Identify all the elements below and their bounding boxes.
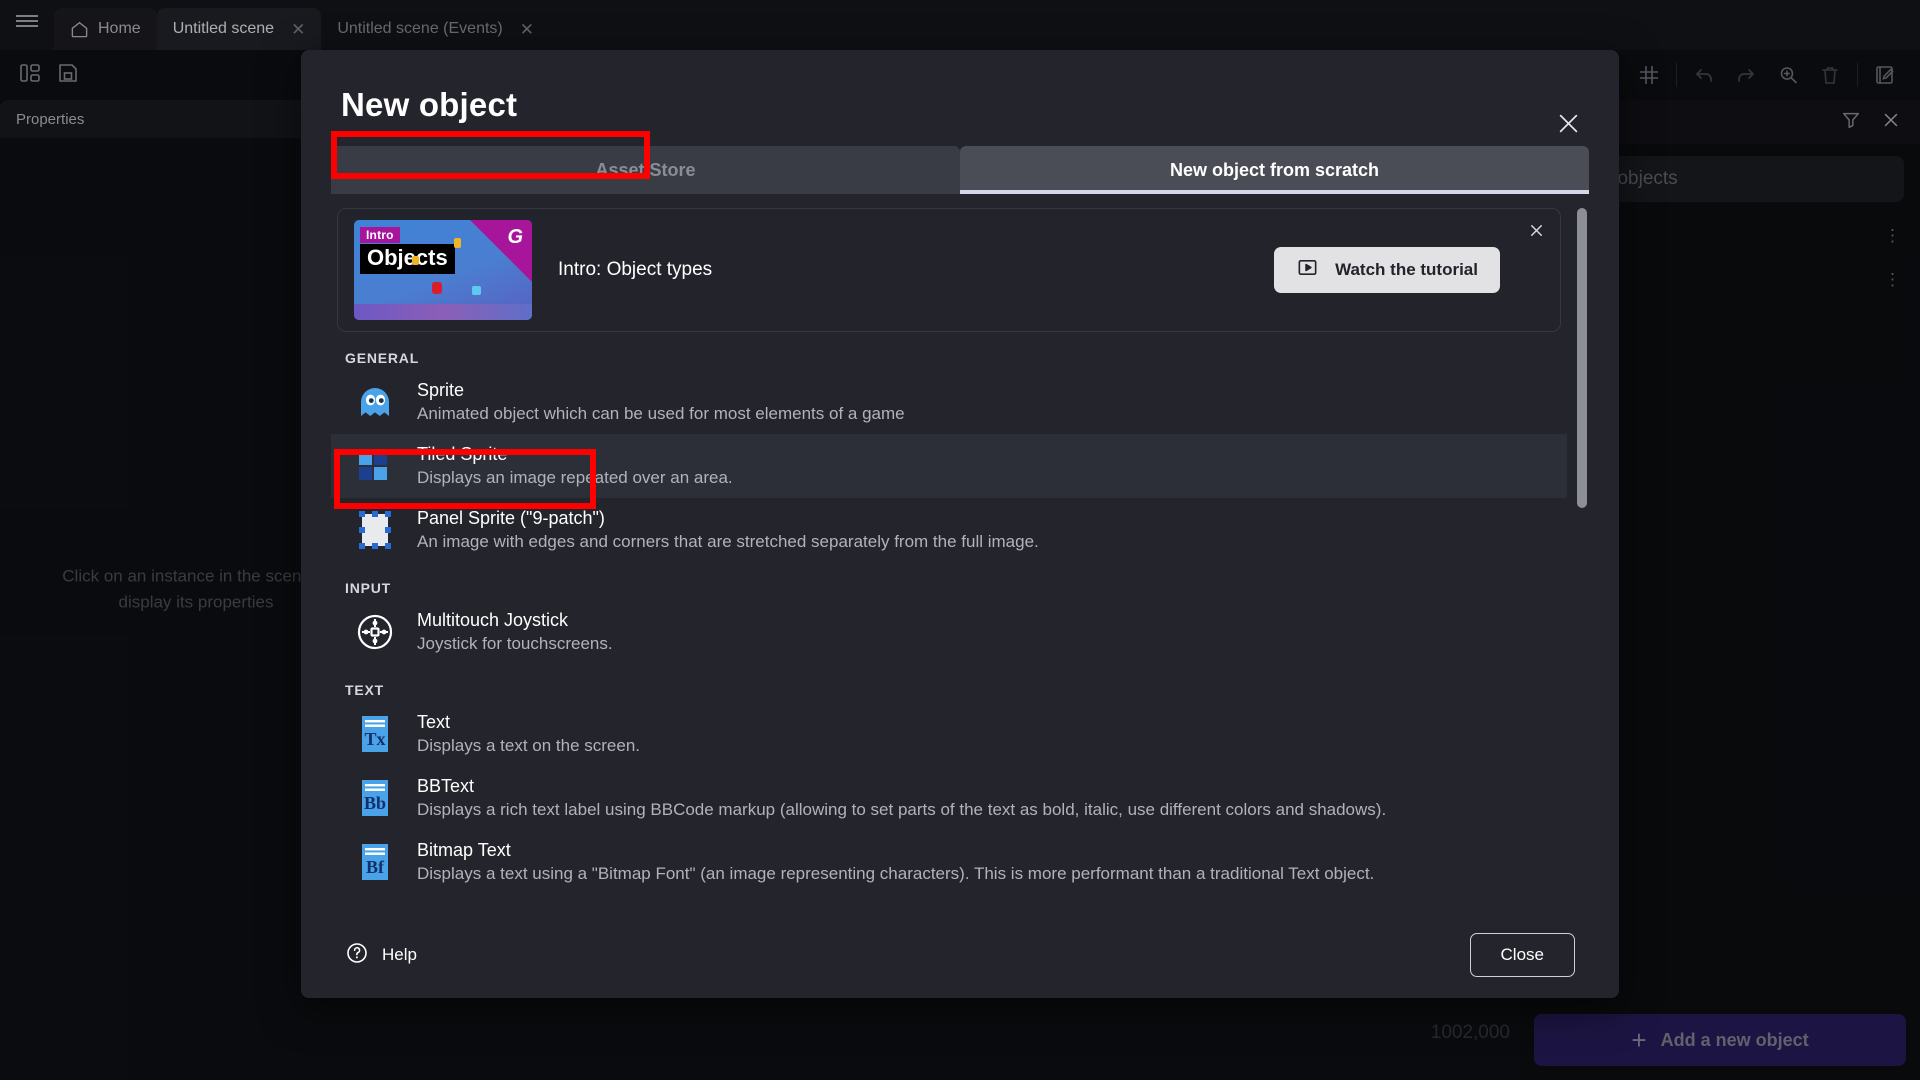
- bitmap-text-icon: Bf: [353, 840, 397, 884]
- group-label-general: GENERAL: [345, 350, 420, 366]
- tutorial-thumbnail: G Intro Objects: [354, 220, 532, 320]
- thumbnail-badge: Intro: [360, 227, 400, 243]
- object-type-panel-sprite[interactable]: Panel Sprite ("9-patch") An image with e…: [331, 498, 1567, 562]
- object-type-sprite[interactable]: Sprite Animated object which can be used…: [331, 370, 1567, 434]
- help-label: Help: [382, 945, 417, 964]
- help-button[interactable]: Help: [345, 941, 417, 970]
- new-object-dialog: New object Asset Store New object from s…: [301, 50, 1619, 998]
- object-type-description: Displays a rich text label using BBCode …: [417, 800, 1387, 819]
- dialog-scrollbar-thumb[interactable]: [1577, 208, 1587, 508]
- dialog-scrollbar[interactable]: [1577, 208, 1587, 812]
- object-type-bitmap-text[interactable]: Bf Bitmap Text Displays a text using a "…: [331, 830, 1567, 894]
- dialog-title: New object: [341, 86, 518, 123]
- group-label-text: TEXT: [345, 682, 384, 698]
- dialog-close-icon[interactable]: [1551, 106, 1585, 140]
- object-type-text: Panel Sprite ("9-patch") An image with e…: [417, 508, 1039, 552]
- object-type-tiled-sprite[interactable]: Tiled Sprite Displays an image repeated …: [331, 434, 1567, 498]
- dialog-content: G Intro Objects Intro: Object types Watc…: [331, 194, 1589, 912]
- object-type-scroll-area[interactable]: G Intro Objects Intro: Object types Watc…: [331, 194, 1567, 912]
- object-type-text: Multitouch Joystick Joystick for touchsc…: [417, 610, 613, 654]
- dialog-header: New object: [301, 50, 1619, 138]
- panel-sprite-icon: [353, 508, 397, 552]
- watch-the-tutorial-label: Watch the tutorial: [1335, 260, 1478, 279]
- gdevelop-logo-icon: G: [507, 226, 523, 248]
- tutorial-card[interactable]: G Intro Objects Intro: Object types Watc…: [337, 208, 1561, 332]
- tab-asset-store[interactable]: Asset Store: [331, 146, 960, 194]
- tab-asset-store-label: Asset Store: [595, 159, 696, 180]
- tutorial-card-dismiss-icon[interactable]: [1524, 218, 1548, 242]
- close-button-label: Close: [1500, 945, 1544, 964]
- object-type-text: BBText Displays a rich text label using …: [417, 776, 1386, 820]
- object-type-text: Tiled Sprite Displays an image repeated …: [417, 444, 733, 488]
- object-type-name: BBText: [417, 776, 475, 796]
- object-type-text: Text Displays a text on the screen.: [417, 712, 640, 756]
- object-type-description: Joystick for touchscreens.: [417, 634, 613, 653]
- object-type-name: Panel Sprite ("9-patch"): [417, 508, 605, 528]
- object-type-multitouch-joystick[interactable]: Multitouch Joystick Joystick for touchsc…: [331, 600, 1567, 664]
- object-type-text: Sprite Animated object which can be used…: [417, 380, 905, 424]
- object-type-name: Text: [417, 712, 451, 732]
- dialog-footer: Help Close: [301, 912, 1619, 998]
- play-video-icon: [1296, 256, 1319, 284]
- thumbnail-sprite-dot: [432, 282, 442, 294]
- object-type-name: Bitmap Text: [417, 840, 511, 860]
- object-type-description: Displays an image repeated over an area.: [417, 468, 733, 487]
- tab-new-object-from-scratch[interactable]: New object from scratch: [960, 146, 1589, 194]
- object-type-name: Multitouch Joystick: [417, 610, 569, 630]
- thumbnail-sprite-dot: [412, 256, 419, 265]
- close-button[interactable]: Close: [1469, 933, 1575, 977]
- object-type-description: Displays a text using a "Bitmap Font" (a…: [417, 864, 1375, 883]
- thumbnail-sprite-dot: [472, 286, 481, 295]
- object-type-bbtext[interactable]: Bb BBText Displays a rich text label usi…: [331, 766, 1567, 830]
- joystick-icon: [353, 610, 397, 654]
- object-type-description: An image with edges and corners that are…: [417, 532, 1039, 551]
- object-type-name: Sprite: [417, 380, 465, 400]
- text-tx-icon: Tx: [353, 712, 397, 756]
- tiled-sprite-icon: [353, 444, 397, 488]
- svg-text:Bf: Bf: [366, 857, 385, 877]
- thumbnail-sprite-dot: [454, 238, 461, 248]
- bbtext-icon: Bb: [353, 776, 397, 820]
- ghost-sprite-icon: [353, 380, 397, 424]
- watch-the-tutorial-button[interactable]: Watch the tutorial: [1274, 247, 1500, 293]
- thumbnail-word: Objects: [360, 244, 455, 274]
- object-type-name: Tiled Sprite: [417, 444, 508, 464]
- svg-text:Bb: Bb: [364, 793, 386, 813]
- tutorial-title: Intro: Object types: [558, 259, 713, 280]
- tab-new-object-from-scratch-label: New object from scratch: [1169, 159, 1380, 180]
- group-label-input: INPUT: [345, 580, 391, 596]
- dialog-tabs: Asset Store New object from scratch: [331, 146, 1589, 194]
- object-type-text: Bitmap Text Displays a text using a "Bit…: [417, 840, 1374, 884]
- question-circle-icon: [345, 941, 369, 970]
- object-type-description: Animated object which can be used for mo…: [417, 404, 905, 423]
- thumbnail-bottom-strip: [354, 304, 532, 320]
- object-type-text[interactable]: Tx Text Displays a text on the screen.: [331, 702, 1567, 766]
- object-type-description: Displays a text on the screen.: [417, 736, 641, 755]
- svg-text:Tx: Tx: [364, 729, 385, 749]
